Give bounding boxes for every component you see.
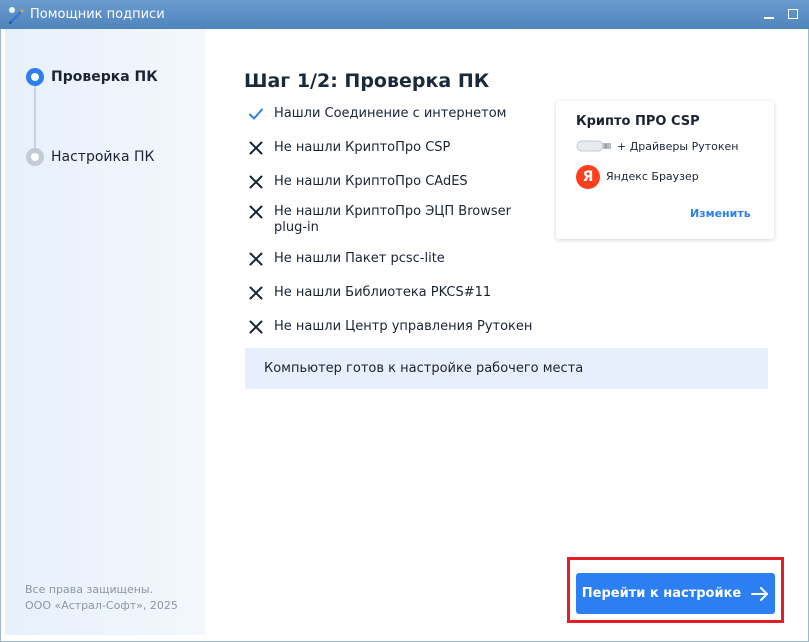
check-item-label: Не нашли Центр управления Рутокен [274,319,533,334]
usb-token-icon [576,140,611,152]
company-line: ООО «Астрал-Софт», 2025 [25,599,178,612]
check-item-label: Не нашли КриптоПро CAdES [274,174,468,189]
check-item: Нашли Соединение с интернетом [248,106,544,122]
cross-icon [249,175,263,189]
check-item: Не нашли КриптоПро ЭЦП Browser plug-in [248,204,544,236]
cross-icon [249,252,263,266]
step-connector [34,77,36,155]
pen-signature-icon [9,7,24,24]
yandex-browser-icon: Я [576,165,600,189]
minimize-button[interactable] [760,5,778,23]
cross-icon [249,141,263,155]
yandex-browser-label: Яндекс Браузер [606,170,699,183]
sidebar-step-check: Проверка ПК [51,69,158,85]
go-to-setup-label: Перейти к настройке [581,586,742,601]
check-item-label: Нашли Соединение с интернетом [274,106,507,121]
step-inactive-indicator [26,148,44,166]
step-active-indicator [26,68,44,86]
sidebar-step-setup: Настройка ПК [51,149,155,165]
card-title: Крипто ПРО CSP [576,114,700,129]
check-item: Не нашли Пакет pcsc-lite [248,251,544,267]
sidebar: Проверка ПК Настройка ПК Все права защищ… [5,29,205,635]
check-item-label: Не нашли КриптоПро ЭЦП Browser plug-in [274,204,511,235]
check-item-label: Не нашли КриптоПро CSP [274,140,451,155]
token-drivers-label: + Драйверы Рутокен [617,140,739,153]
ready-message: Компьютер готов к настройке рабочего мес… [264,361,584,376]
check-item: Не нашли КриптоПро CAdES [248,174,544,190]
page-title: Шаг 1/2: Проверка ПК [244,70,490,92]
check-item-label: Не нашли Библиотека PKCS#11 [274,285,492,300]
title-bar: Помощник подписи [0,0,809,29]
arrow-right-icon [751,586,769,601]
check-item: Не нашли Центр управления Рутокен [248,319,544,335]
check-item: Не нашли Библиотека PKCS#11 [248,285,544,301]
cross-icon [249,286,263,300]
check-item: Не нашли КриптоПро CSP [248,140,544,156]
ready-message-box: Компьютер готов к настройке рабочего мес… [245,348,768,389]
change-link[interactable]: Изменить [690,207,751,220]
cross-icon [249,205,263,219]
checkmark-icon [249,108,263,120]
go-to-setup-button[interactable]: Перейти к настройке [576,573,775,614]
maximize-button[interactable] [784,5,802,23]
copyright-line: Все права защищены. [25,583,154,596]
window-title: Помощник подписи [30,7,165,22]
check-item-label: Не нашли Пакет pcsc-lite [274,251,445,266]
product-card: Крипто ПРО CSP + Драйверы Рутокен Я Янде… [556,101,774,239]
cross-icon [249,320,263,334]
